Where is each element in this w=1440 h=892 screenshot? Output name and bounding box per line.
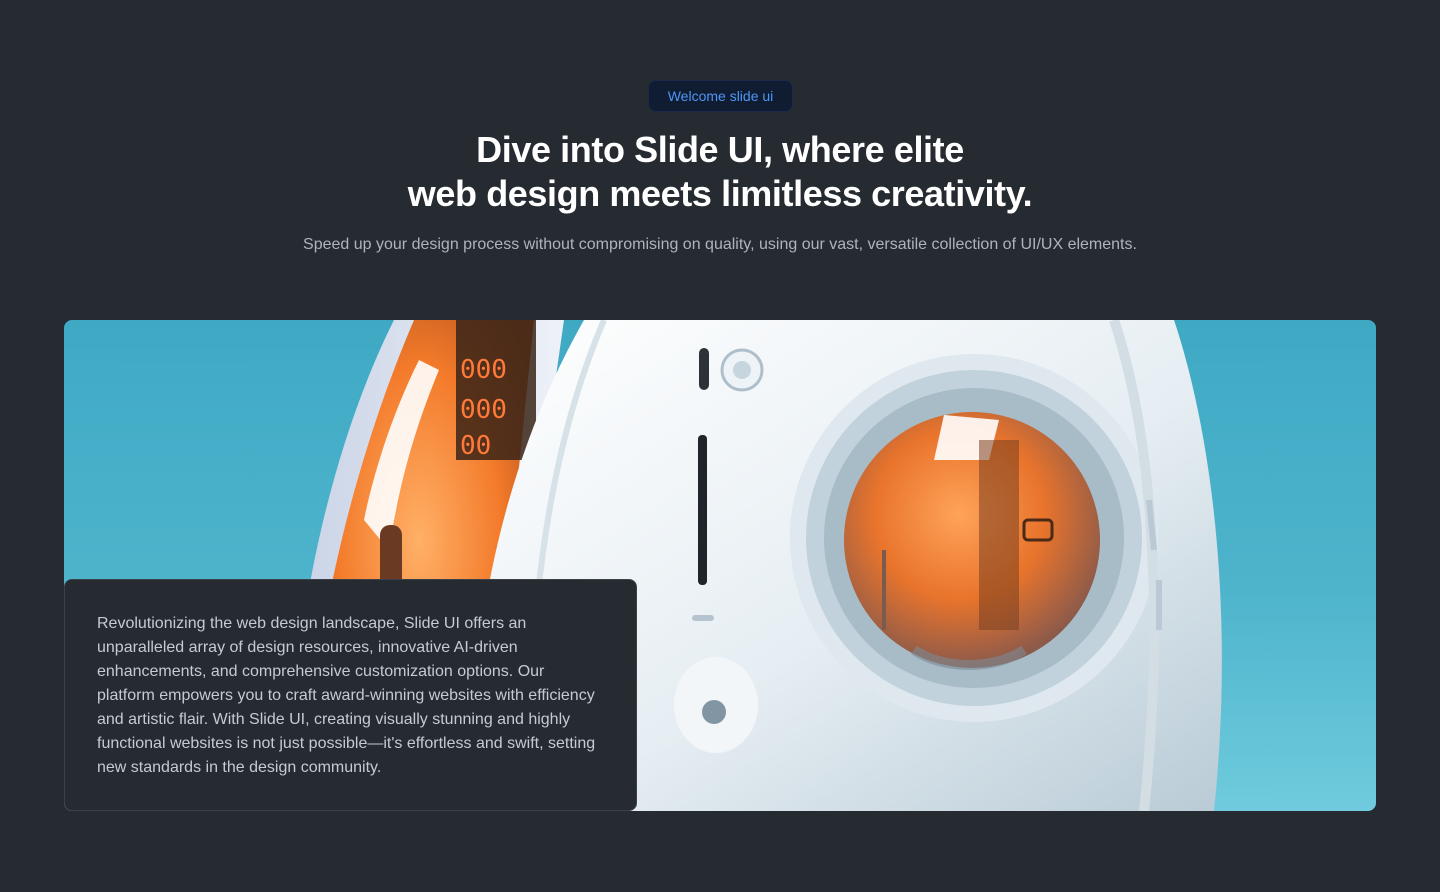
svg-text:00: 00 bbox=[460, 431, 491, 461]
hero-description-card: Revolutionizing the web design landscape… bbox=[64, 579, 637, 811]
hero-description-text: Revolutionizing the web design landscape… bbox=[97, 615, 596, 776]
landing-section: Welcome slide ui Dive into Slide UI, whe… bbox=[0, 0, 1440, 892]
page-subtitle: Speed up your design process without com… bbox=[303, 236, 1137, 253]
welcome-badge[interactable]: Welcome slide ui bbox=[648, 80, 793, 112]
page-title: Dive into Slide UI, where elite web desi… bbox=[0, 128, 1440, 216]
svg-text:000: 000 bbox=[460, 395, 507, 425]
title-line-1: Dive into Slide UI, where elite bbox=[476, 129, 964, 170]
svg-text:000: 000 bbox=[460, 355, 507, 385]
title-line-2: web design meets limitless creativity. bbox=[407, 173, 1033, 214]
